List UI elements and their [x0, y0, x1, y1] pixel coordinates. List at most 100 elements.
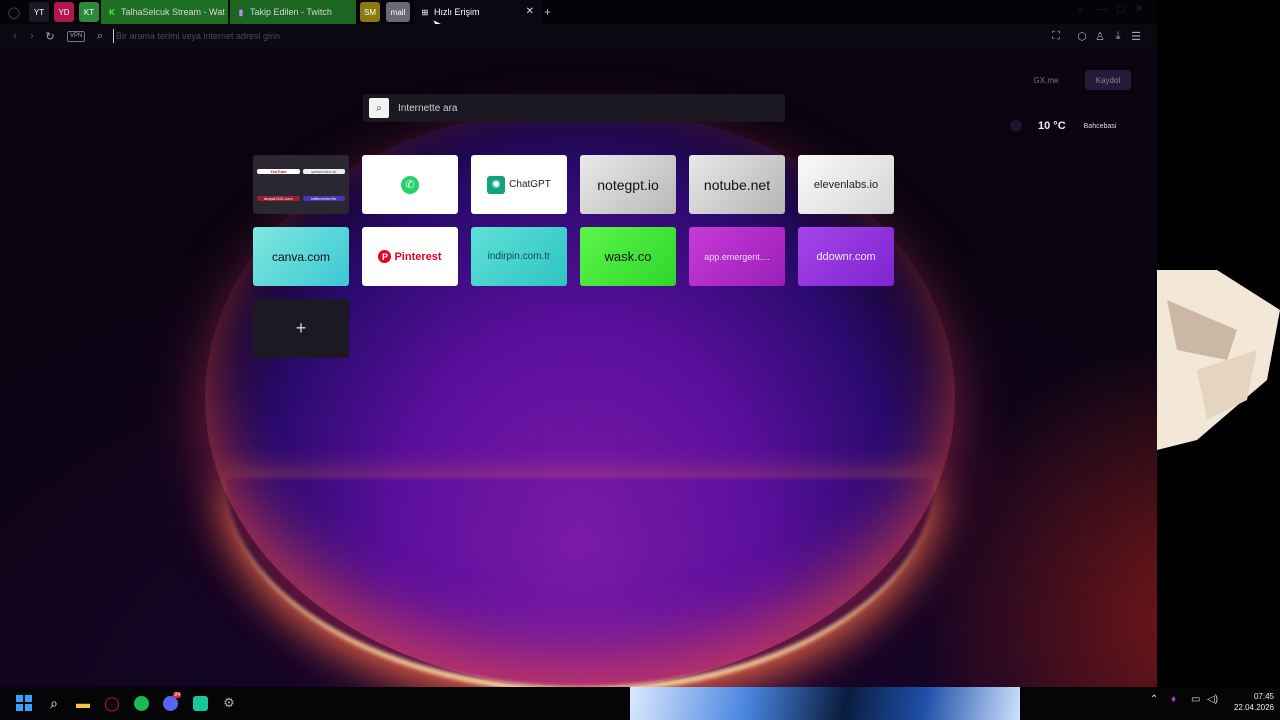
- search-icon: ⌕: [96, 29, 104, 42]
- vpn-badge[interactable]: VPN: [67, 31, 86, 42]
- tab-twitch-following[interactable]: ▮ Takip Edilen - Twitch: [230, 0, 356, 24]
- taskbar-wallpaper-strip: [630, 687, 1020, 720]
- speed-dial-notube[interactable]: notube.net: [689, 155, 785, 214]
- speed-dial-pinterest[interactable]: P Pinterest: [362, 227, 458, 286]
- search-tabs-icon[interactable]: ○: [1077, 5, 1083, 16]
- pinned-tab-sm[interactable]: SM: [360, 2, 380, 22]
- close-window-icon[interactable]: ✕: [1135, 4, 1143, 15]
- snapshot-icon[interactable]: ⛶: [1049, 29, 1063, 43]
- pinned-tab-label: YD: [58, 7, 70, 17]
- pinned-tab-label: SM: [364, 7, 376, 17]
- tile-label: canva.com: [271, 249, 331, 264]
- extensions-icon[interactable]: ⬡: [1075, 29, 1089, 43]
- clock-time: 07:45: [1253, 692, 1274, 701]
- pinned-tab-mail[interactable]: mail: [386, 2, 410, 22]
- tab-label: TalhaSelcuk Stream - Wat: [121, 7, 225, 17]
- tile-label: wask.co: [604, 249, 652, 264]
- menu-icon[interactable]: ☰: [1129, 29, 1143, 43]
- reload-icon[interactable]: ↻: [43, 29, 57, 43]
- close-tab-icon[interactable]: ✕: [526, 6, 534, 17]
- taskbar-clock[interactable]: 07:45 22.04.2026: [1222, 691, 1274, 713]
- pinned-tab-label: YT: [33, 7, 45, 17]
- opera-gx-icon[interactable]: ◯: [101, 692, 123, 714]
- speed-dial-canva[interactable]: canva.com: [253, 227, 349, 286]
- twitch-icon: ▮: [238, 7, 244, 17]
- tile-label: Pinterest: [394, 250, 442, 263]
- address-bar: ‹ › ↻ VPN ⌕ ⛶ ⬡ ♙ ⤓ ☰: [0, 24, 1157, 48]
- app-icon[interactable]: [189, 692, 211, 714]
- search-icon: ⌕: [369, 98, 389, 118]
- speed-dial-whatsapp[interactable]: ✆: [362, 155, 458, 214]
- folder-item: dizipal1521.com: [257, 195, 300, 201]
- pinned-tab-yd[interactable]: YD: [54, 2, 74, 22]
- browser-window: ◯ YT YD KT K TalhaSelcuk Stream - Wat ▮ …: [0, 0, 1157, 687]
- weather-widget[interactable]: 10 °C Bahcebasi: [1010, 115, 1116, 137]
- tab-bar: ◯ YT YD KT K TalhaSelcuk Stream - Wat ▮ …: [0, 0, 1157, 31]
- clock-date: 22.04.2026: [1233, 703, 1274, 712]
- weather-location: Bahcebasi: [1083, 122, 1117, 130]
- back-icon[interactable]: ‹: [8, 29, 22, 43]
- background-rim: [225, 478, 935, 687]
- signup-button[interactable]: Kaydol: [1085, 70, 1131, 90]
- new-tab-button[interactable]: +: [544, 5, 551, 19]
- pinned-tab-yt[interactable]: YT: [29, 2, 49, 22]
- chevron-up-icon[interactable]: ⌃: [1150, 694, 1158, 705]
- profile-icon[interactable]: ♙: [1093, 29, 1107, 43]
- speed-dial-page: GX.me Kaydol 10 °C Bahcebasi ⌕ YouTube y…: [0, 48, 1157, 687]
- weather-icon: [1010, 120, 1022, 132]
- tile-label: app.emergent....: [704, 251, 770, 262]
- desktop-wallpaper: [1157, 0, 1280, 687]
- search-icon[interactable]: ⌕: [43, 692, 65, 714]
- wallpaper-art: [1157, 270, 1280, 450]
- weather-temp: 10 °C: [1038, 120, 1066, 132]
- file-explorer-icon[interactable]: ▬: [72, 692, 94, 714]
- forward-icon[interactable]: ›: [25, 29, 39, 43]
- network-icon[interactable]: ▭: [1191, 694, 1200, 705]
- app-icon[interactable]: ⚙: [218, 692, 240, 714]
- speed-dial-ddownr[interactable]: ddownr.com: [798, 227, 894, 286]
- web-search-box[interactable]: ⌕: [363, 94, 785, 122]
- speed-dial-emergent[interactable]: app.emergent....: [689, 227, 785, 286]
- folder-item: yabancidizi.sk: [302, 168, 345, 174]
- gxme-label: GX.me: [1033, 75, 1059, 85]
- chatgpt-icon: ✺: [487, 175, 506, 194]
- maximize-icon[interactable]: ▢: [1116, 4, 1125, 15]
- speed-dial-notegpt[interactable]: notegpt.io: [580, 155, 676, 214]
- discord-icon[interactable]: 24: [159, 692, 181, 714]
- speed-dial-wask[interactable]: wask.co: [580, 227, 676, 286]
- tile-label: ddownr.com: [816, 250, 876, 263]
- tile-label: indirpin.com.tr: [487, 251, 551, 262]
- whatsapp-icon: ✆: [401, 175, 419, 194]
- tab-label: Hızlı Erişim: [434, 7, 480, 17]
- tile-label: notegpt.io: [597, 176, 659, 193]
- pinned-tab-label: KT: [83, 7, 95, 17]
- pinterest-icon: P: [378, 250, 392, 263]
- tile-label: ChatGPT: [509, 179, 551, 190]
- url-input[interactable]: [113, 29, 813, 43]
- discord-badge: 24: [173, 692, 181, 698]
- spotify-icon[interactable]: [130, 692, 152, 714]
- kick-icon: K: [109, 7, 115, 17]
- speed-dial-indirpin[interactable]: indirpin.com.tr: [471, 227, 567, 286]
- opera-logo-icon[interactable]: ◯: [7, 5, 21, 19]
- plus-icon: +: [295, 318, 307, 338]
- tile-label: elevenlabs.io: [813, 178, 879, 191]
- folder-item-youtube: YouTube: [257, 168, 300, 174]
- pinned-tab-kt[interactable]: KT: [79, 2, 99, 22]
- web-search-input[interactable]: [398, 102, 758, 114]
- tray-app-icon[interactable]: ♦: [1171, 694, 1176, 705]
- pinned-tab-label: mail: [390, 7, 406, 17]
- tile-label: notube.net: [703, 176, 771, 193]
- gxme-button[interactable]: GX.me: [1023, 70, 1069, 90]
- download-icon[interactable]: ⤓: [1111, 29, 1125, 43]
- windows-start-icon[interactable]: [13, 692, 35, 714]
- volume-icon[interactable]: ◁): [1207, 694, 1218, 705]
- add-speed-dial-button[interactable]: +: [253, 299, 349, 358]
- minimize-icon[interactable]: —: [1097, 4, 1107, 15]
- folder-item: hdfilmcehe.life: [302, 195, 345, 201]
- signup-label: Kaydol: [1095, 75, 1121, 85]
- tab-kick-stream[interactable]: K TalhaSelcuk Stream - Wat: [101, 0, 228, 24]
- speed-dial-folder[interactable]: YouTube yabancidizi.sk dizipal1521.com h…: [253, 155, 349, 214]
- speed-dial-chatgpt[interactable]: ✺ ChatGPT: [471, 155, 567, 214]
- speed-dial-elevenlabs[interactable]: elevenlabs.io: [798, 155, 894, 214]
